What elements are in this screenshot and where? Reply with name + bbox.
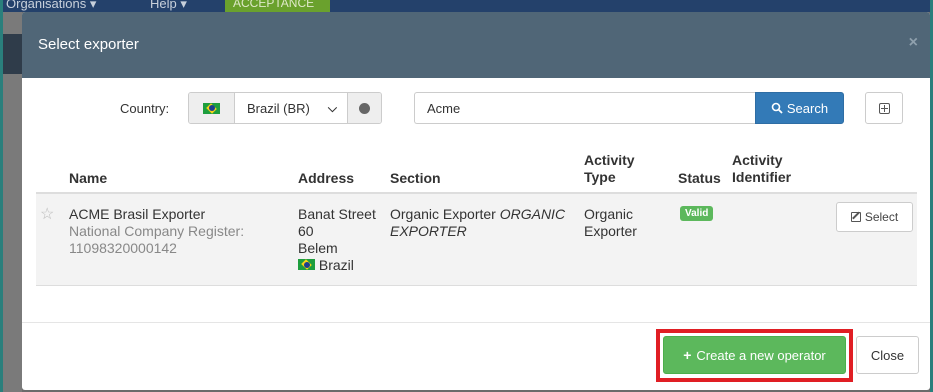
background-topbar: Organisations ▾ Help ▾ ACCEPTANCE <box>0 0 933 12</box>
status-badge: Valid <box>680 206 714 221</box>
country-select-value: Brazil (BR) <box>247 100 310 116</box>
background-acceptance-badge: ACCEPTANCE <box>225 0 330 12</box>
column-header-address: Address <box>298 170 355 186</box>
brazil-flag-icon <box>298 259 315 270</box>
exporter-name-cell: ACME Brasil Exporter National Company Re… <box>69 206 244 257</box>
address-country: Brazil <box>298 257 376 274</box>
column-header-status: Status <box>678 170 721 186</box>
chevron-down-icon: ⌵ <box>327 100 337 115</box>
search-input[interactable]: Acme <box>414 92 755 124</box>
create-new-operator-button[interactable]: + Create a new operator <box>663 336 846 374</box>
search-button[interactable]: Search <box>755 92 844 124</box>
close-button[interactable]: Close <box>856 336 919 374</box>
register-label: National Company Register: <box>69 223 245 239</box>
search-button-label: Search <box>786 100 829 116</box>
table-row: ☆ ACME Brasil Exporter National Company … <box>36 194 917 286</box>
country-select[interactable]: Brazil (BR) ⌵ <box>235 93 347 123</box>
brazil-flag-icon <box>203 102 220 114</box>
modal-header: Select exporter × <box>22 12 930 78</box>
modal-title: Select exporter <box>38 36 139 53</box>
search-group: Acme Search <box>414 92 844 124</box>
edit-icon <box>850 212 861 222</box>
column-header-activity-type: Activity Type <box>584 152 635 185</box>
expand-plus-icon <box>878 102 890 114</box>
activity-type-cell: Organic Exporter <box>584 206 637 239</box>
address-cell: Banat Street 60 Belem Brazil <box>298 206 376 274</box>
column-header-name: Name <box>69 170 108 186</box>
globe-icon <box>359 102 370 114</box>
globe-addon[interactable] <box>347 93 381 123</box>
column-header-activity-identifier: Activity Identifier <box>732 152 792 185</box>
background-menu-help: Help ▾ <box>150 0 187 11</box>
plus-icon: + <box>683 347 692 363</box>
register-number: 11098320000142 <box>69 240 177 256</box>
background-sidebar-dark-block <box>0 34 22 74</box>
create-button-label: Create a new operator <box>696 347 826 363</box>
search-icon <box>771 102 783 114</box>
search-row: Country: Brazil (BR) ⌵ Acme Search <box>22 92 930 124</box>
background-sidebar <box>0 12 22 392</box>
frame-border-left <box>0 0 3 392</box>
column-header-section: Section <box>390 170 441 186</box>
star-icon[interactable]: ☆ <box>40 204 54 224</box>
background-menu-organisations: Organisations ▾ <box>6 0 97 11</box>
expand-button[interactable] <box>865 92 903 124</box>
select-button[interactable]: Select <box>836 202 913 232</box>
results-table: Name Address Section Activity Type Statu… <box>36 140 917 286</box>
exporter-name: ACME Brasil Exporter <box>69 206 206 222</box>
country-label: Country: <box>120 101 170 116</box>
country-flag-addon <box>189 93 235 123</box>
country-select-group: Brazil (BR) ⌵ <box>188 92 382 124</box>
close-icon[interactable]: × <box>909 34 918 52</box>
search-input-value: Acme <box>427 100 461 116</box>
section-cell: Organic Exporter ORGANIC EXPORTER <box>390 206 566 239</box>
select-exporter-modal: Select exporter × Country: Brazil (BR) ⌵… <box>22 12 930 390</box>
table-header: Name Address Section Activity Type Statu… <box>36 140 917 194</box>
select-button-label: Select <box>864 210 899 224</box>
modal-footer: + Create a new operator Close <box>22 322 930 390</box>
